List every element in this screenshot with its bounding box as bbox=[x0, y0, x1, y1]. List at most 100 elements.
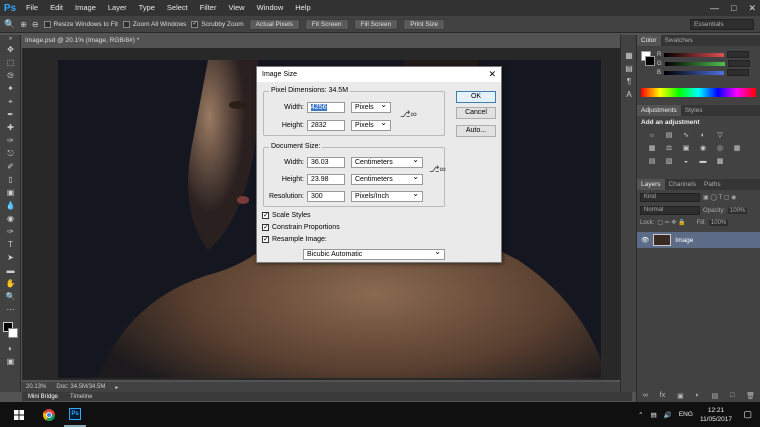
zoom-tool-icon[interactable]: 🔍 bbox=[4, 19, 15, 30]
fill-screen-button[interactable]: Fill Screen bbox=[353, 18, 399, 30]
photoshop-taskbar-icon[interactable]: Ps bbox=[64, 402, 86, 427]
zoom-out-icon[interactable]: ⊖ bbox=[32, 20, 39, 29]
green-slider[interactable]: G bbox=[637, 59, 760, 68]
color-spectrum[interactable] bbox=[641, 88, 756, 97]
red-slider[interactable]: R bbox=[637, 50, 760, 59]
fit-screen-button[interactable]: Fit Screen bbox=[304, 18, 349, 30]
dodge-tool-icon[interactable]: ◉ bbox=[0, 212, 21, 225]
cancel-button[interactable]: Cancel bbox=[456, 107, 496, 119]
tab-adjustments[interactable]: Adjustments bbox=[637, 105, 681, 116]
path-select-icon[interactable]: ➤ bbox=[0, 251, 21, 264]
fx-icon[interactable]: fx bbox=[660, 392, 665, 400]
actual-pixels-button[interactable]: Actual Pixels bbox=[248, 18, 300, 30]
tab-paths[interactable]: Paths bbox=[700, 179, 725, 190]
crop-tool-icon[interactable]: ⌖ bbox=[0, 95, 21, 108]
resample-image-checkbox[interactable]: ✓ Resample Image: bbox=[262, 236, 327, 243]
filter-icons[interactable]: ▣ ◯ T ▢ ◉ bbox=[703, 194, 736, 201]
pen-tool-icon[interactable]: ✑ bbox=[0, 225, 21, 238]
brush-tool-icon[interactable]: ✑ bbox=[0, 134, 21, 147]
menu-edit[interactable]: Edit bbox=[44, 0, 69, 16]
exposure-icon[interactable]: ◐ bbox=[698, 132, 708, 140]
lock-icons[interactable]: ▢ ✑ ✥ 🔒 bbox=[657, 219, 685, 226]
menu-help[interactable]: Help bbox=[289, 0, 316, 16]
status-arrow-icon[interactable]: ▸ bbox=[115, 384, 118, 391]
color-balance-icon[interactable]: ⚖ bbox=[664, 145, 674, 153]
more-tools-icon[interactable]: ⋯ bbox=[0, 303, 21, 316]
height-unit-select[interactable]: Pixels bbox=[351, 118, 391, 131]
levels-icon[interactable]: ▤ bbox=[664, 132, 674, 140]
adjustment-layer-icon[interactable]: ◐ bbox=[696, 392, 700, 400]
resolution-input[interactable]: 300 bbox=[307, 191, 345, 202]
chrome-icon[interactable] bbox=[38, 402, 60, 427]
tab-styles[interactable]: Styles bbox=[681, 105, 707, 116]
character-panel-icon[interactable]: A bbox=[621, 88, 637, 101]
menu-filter[interactable]: Filter bbox=[194, 0, 223, 16]
tab-layers[interactable]: Layers bbox=[637, 179, 665, 190]
notifications-icon[interactable]: ▢ bbox=[743, 409, 752, 420]
maximize-icon[interactable]: □ bbox=[731, 3, 736, 13]
print-size-button[interactable]: Print Size bbox=[403, 18, 446, 30]
hand-tool-icon[interactable]: ✋ bbox=[0, 277, 21, 290]
ok-button[interactable]: OK bbox=[456, 91, 496, 103]
zoom-level[interactable]: 20.13% bbox=[26, 384, 46, 390]
filter-kind-select[interactable]: Kind bbox=[640, 193, 700, 202]
network-icon[interactable]: ▤ bbox=[651, 411, 657, 419]
link-layers-icon[interactable]: ∞ bbox=[643, 392, 648, 400]
auto-button[interactable]: Auto... bbox=[456, 125, 496, 137]
brightness-icon[interactable]: ☼ bbox=[647, 132, 657, 140]
healing-brush-icon[interactable]: ✚ bbox=[0, 121, 21, 134]
scrubby-zoom-checkbox[interactable]: ✓ Scrubby Zoom bbox=[191, 20, 244, 28]
collapse-icon[interactable]: » bbox=[0, 35, 21, 43]
channel-mixer-icon[interactable]: ◎ bbox=[715, 145, 725, 153]
quick-mask-icon[interactable]: ◐ bbox=[0, 342, 21, 355]
clone-stamp-icon[interactable]: ⎋ bbox=[0, 147, 21, 160]
fill-field[interactable]: 100% bbox=[708, 219, 729, 226]
layer-row[interactable]: 👁 Image bbox=[637, 232, 760, 248]
close-icon[interactable]: ✕ bbox=[748, 3, 756, 14]
history-panel-icon[interactable]: ▦ bbox=[621, 49, 637, 62]
blue-slider[interactable]: B bbox=[637, 68, 760, 77]
photo-filter-icon[interactable]: ◉ bbox=[698, 145, 708, 153]
tab-swatches[interactable]: Swatches bbox=[661, 35, 697, 46]
document-tab[interactable]: Image.psd @ 20.1% (Image, RGB/8#) * bbox=[21, 35, 151, 47]
menu-type[interactable]: Type bbox=[133, 0, 161, 16]
doc-width-input[interactable]: 36.03 bbox=[307, 157, 345, 168]
height-input[interactable]: 2832 bbox=[307, 120, 345, 131]
menu-select[interactable]: Select bbox=[161, 0, 194, 16]
resample-method-select[interactable]: Bicubic Automatic bbox=[303, 247, 445, 260]
layer-name[interactable]: Image bbox=[675, 237, 693, 244]
type-tool-icon[interactable]: T bbox=[0, 238, 21, 251]
new-layer-icon[interactable]: □ bbox=[730, 392, 734, 400]
minimize-icon[interactable]: — bbox=[710, 3, 719, 13]
dialog-titlebar[interactable]: Image Size ✕ bbox=[257, 67, 501, 82]
width-input[interactable]: 4256 bbox=[307, 102, 345, 113]
vibrance-icon[interactable]: ▽ bbox=[715, 132, 725, 140]
eye-icon[interactable]: 👁 bbox=[641, 236, 649, 244]
quick-select-icon[interactable]: ✦ bbox=[0, 82, 21, 95]
gradient-tool-icon[interactable]: ▣ bbox=[0, 186, 21, 199]
trash-icon[interactable]: 🗑 bbox=[746, 392, 755, 400]
posterize-icon[interactable]: ▧ bbox=[664, 158, 674, 166]
invert-icon[interactable]: ▤ bbox=[647, 158, 657, 166]
background-swatch[interactable] bbox=[645, 56, 655, 66]
zoom-tool-sidebar-icon[interactable]: 🔍 bbox=[0, 290, 21, 303]
menu-file[interactable]: File bbox=[20, 0, 44, 16]
group-icon[interactable]: ▤ bbox=[712, 392, 719, 400]
volume-icon[interactable]: 🔊 bbox=[664, 411, 672, 419]
tab-timeline[interactable]: Timeline bbox=[70, 394, 92, 400]
tab-channels[interactable]: Channels bbox=[665, 179, 700, 190]
black-white-icon[interactable]: ▣ bbox=[681, 145, 691, 153]
curves-icon[interactable]: ∿ bbox=[681, 132, 691, 140]
opacity-field[interactable]: 100% bbox=[728, 207, 748, 214]
menu-layer[interactable]: Layer bbox=[102, 0, 133, 16]
doc-height-unit-select[interactable]: Centimeters bbox=[351, 172, 423, 185]
tab-mini-bridge[interactable]: Mini Bridge bbox=[28, 394, 58, 400]
chevron-up-icon[interactable]: ⌃ bbox=[638, 411, 643, 419]
lasso-tool-icon[interactable]: ⧁ bbox=[0, 69, 21, 82]
tab-color[interactable]: Color bbox=[637, 35, 661, 46]
paragraph-panel-icon[interactable]: ¶ bbox=[621, 75, 637, 88]
history-brush-icon[interactable]: ✐ bbox=[0, 160, 21, 173]
language-indicator[interactable]: ENG bbox=[679, 411, 693, 418]
scale-styles-checkbox[interactable]: ✓ Scale Styles bbox=[262, 212, 311, 219]
blur-tool-icon[interactable]: 💧 bbox=[0, 199, 21, 212]
